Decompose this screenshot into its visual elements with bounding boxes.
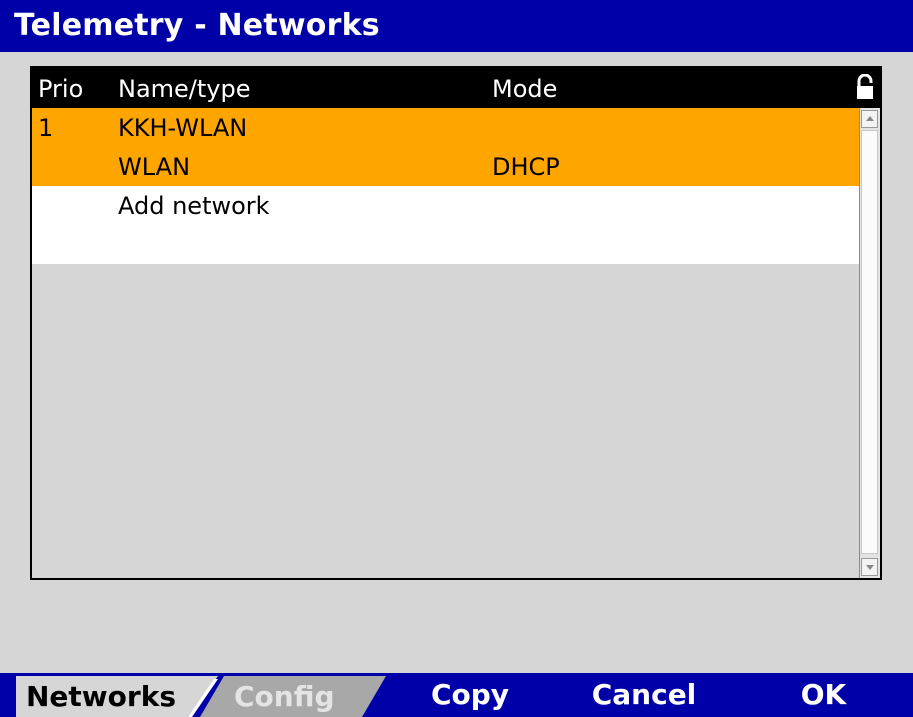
table-row-empty: [32, 225, 878, 264]
padlock-icon: [857, 74, 873, 99]
column-header-mode: Mode: [492, 75, 558, 103]
title-bar: Telemetry - Networks: [0, 0, 913, 52]
column-header-prio: Prio: [38, 75, 84, 103]
scroll-up-button[interactable]: [861, 110, 878, 128]
network-table: Prio Name/type Mode 1 KKH-WLAN WLAN DHCP…: [30, 66, 882, 580]
add-network-label: Add network: [118, 192, 270, 220]
cancel-button[interactable]: Cancel: [554, 673, 734, 717]
tab-networks[interactable]: Networks: [16, 676, 188, 717]
tab-networks-label: Networks: [26, 680, 177, 713]
table-row-add-network[interactable]: Add network: [32, 186, 878, 225]
column-header-name-type: Name/type: [118, 75, 251, 103]
row-name: KKH-WLAN: [118, 114, 248, 142]
scrollbar-track[interactable]: [861, 130, 878, 554]
ok-button[interactable]: OK: [734, 673, 913, 717]
copy-button[interactable]: Copy: [386, 673, 554, 717]
table-row[interactable]: 1 KKH-WLAN: [32, 108, 878, 147]
scroll-down-button[interactable]: [861, 558, 878, 576]
tab-config[interactable]: Config: [188, 676, 386, 717]
vertical-scrollbar[interactable]: [859, 108, 880, 578]
row-prio: 1: [38, 114, 54, 142]
tab-config-label: Config: [234, 680, 335, 713]
table-row[interactable]: WLAN DHCP: [32, 147, 878, 186]
table-body: 1 KKH-WLAN WLAN DHCP Add network: [32, 108, 878, 264]
window-title: Telemetry - Networks: [14, 8, 380, 43]
row-mode: DHCP: [492, 153, 560, 181]
table-header: Prio Name/type Mode: [32, 68, 880, 108]
row-name: WLAN: [118, 153, 191, 181]
